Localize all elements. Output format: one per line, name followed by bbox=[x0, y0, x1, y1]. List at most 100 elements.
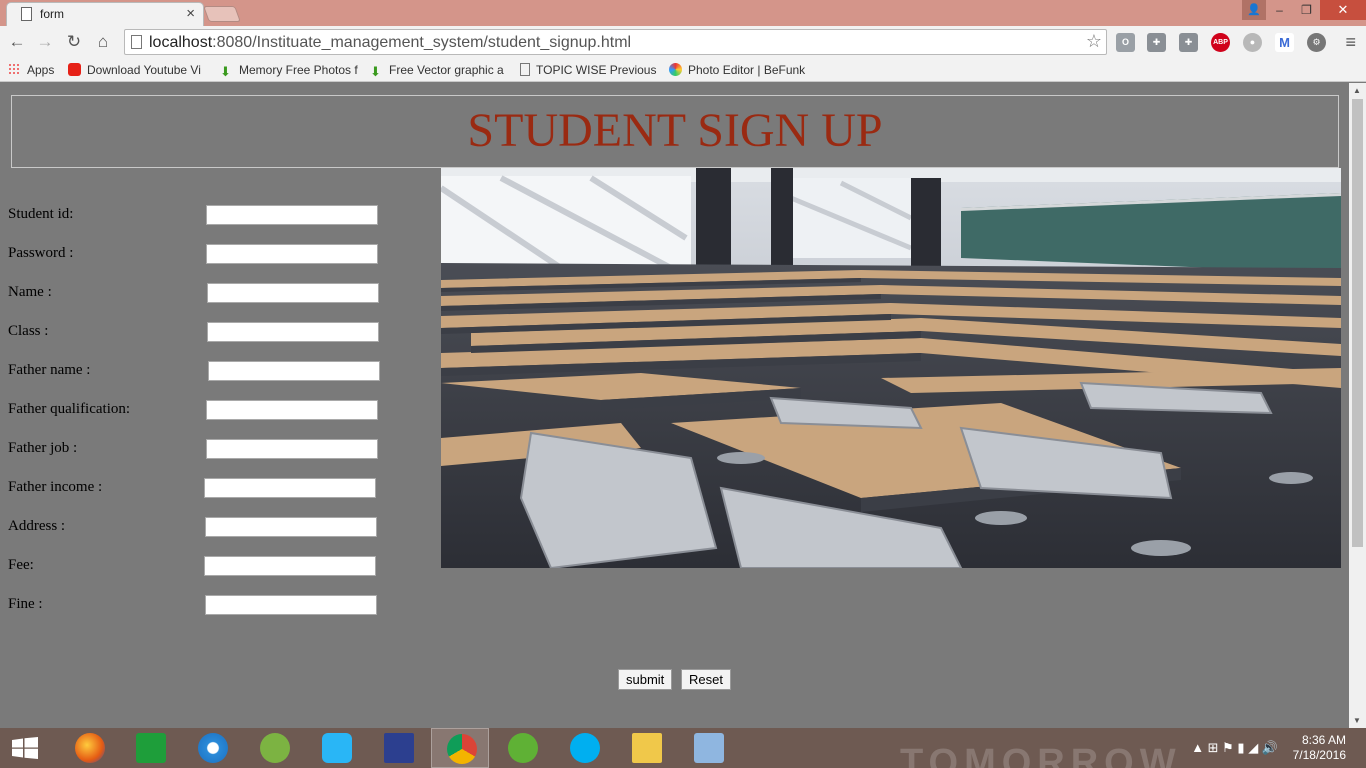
tab-close-icon[interactable]: × bbox=[186, 5, 195, 23]
clock-date: 7/18/2016 bbox=[1292, 748, 1346, 762]
puzzle-icon[interactable]: ✚ bbox=[1147, 33, 1166, 52]
bookmark-star-icon[interactable]: ☆ bbox=[1086, 31, 1102, 52]
browser-tab[interactable]: form × bbox=[6, 2, 204, 26]
father-job-label: Father job : bbox=[8, 440, 78, 456]
restore-button[interactable]: ❐ bbox=[1293, 0, 1320, 20]
page-scrollbar[interactable]: ▲ ▼ bbox=[1349, 83, 1366, 728]
abp-icon[interactable]: ABP bbox=[1211, 33, 1230, 52]
father-job-input[interactable] bbox=[206, 439, 378, 459]
virtualbox-icon bbox=[694, 733, 724, 763]
class-input[interactable] bbox=[207, 322, 379, 342]
browser-toolbar: ← → ↻ ⌂ localhost:8080/Instituate_manage… bbox=[0, 26, 1366, 58]
student-id-label: Student id: bbox=[8, 206, 74, 222]
scrollbar-thumb[interactable] bbox=[1352, 99, 1363, 547]
father-income-label: Father income : bbox=[8, 479, 103, 495]
page-icon bbox=[131, 35, 142, 49]
class-label: Class : bbox=[8, 323, 49, 339]
home-icon[interactable]: ⌂ bbox=[92, 31, 114, 53]
befunky-icon bbox=[669, 63, 682, 76]
page-title: STUDENT SIGN UP bbox=[467, 104, 883, 157]
bookmark-youtube[interactable]: Download Youtube Vi bbox=[68, 63, 201, 77]
name-input[interactable] bbox=[207, 283, 379, 303]
forward-icon[interactable]: → bbox=[34, 31, 56, 53]
father-name-input[interactable] bbox=[208, 361, 380, 381]
scroll-down-icon[interactable]: ▼ bbox=[1353, 716, 1361, 725]
url-text: localhost:8080/Instituate_management_sys… bbox=[149, 34, 632, 51]
father-qualification-label: Father qualification: bbox=[8, 401, 131, 417]
android-studio-taskbar-button[interactable] bbox=[245, 728, 303, 768]
name-label: Name : bbox=[8, 284, 52, 300]
utorrent-taskbar-button[interactable] bbox=[493, 728, 551, 768]
office-icon[interactable]: O bbox=[1116, 33, 1135, 52]
window-controls: 👤 – ❐ ✕ bbox=[1242, 0, 1366, 20]
system-tray[interactable]: ▲ ⊞ ⚑ ▮ ◢ 🔊 bbox=[1191, 740, 1278, 756]
student-id-input[interactable] bbox=[206, 205, 378, 225]
bookmark-topic-wise[interactable]: TOPIC WISE Previous bbox=[520, 63, 656, 77]
bookmark-free-vector[interactable]: ⬇ Free Vector graphic a bbox=[370, 63, 504, 78]
scroll-up-icon[interactable]: ▲ bbox=[1353, 86, 1361, 95]
fee-label: Fee: bbox=[8, 557, 34, 573]
store-taskbar-button[interactable] bbox=[121, 728, 179, 768]
new-tab-button[interactable] bbox=[203, 6, 241, 22]
reset-button[interactable]: Reset bbox=[681, 669, 731, 690]
explorer-taskbar-button[interactable] bbox=[617, 728, 675, 768]
page-content: STUDENT SIGN UP Student id: Password : N… bbox=[0, 83, 1349, 728]
classroom-image bbox=[441, 168, 1341, 568]
bookmark-memory-photos[interactable]: ⬇ Memory Free Photos f bbox=[220, 63, 358, 78]
taskbar: TOMORROW ▲ ⊞ ⚑ ▮ ◢ 🔊 8:36 AM 7/18/2016 bbox=[0, 728, 1366, 768]
devcpp-taskbar-button[interactable] bbox=[369, 728, 427, 768]
settings-icon[interactable]: ⚙ bbox=[1307, 33, 1326, 52]
fine-input[interactable] bbox=[205, 595, 377, 615]
download-arrow-icon: ⬇ bbox=[370, 64, 381, 79]
fee-input[interactable] bbox=[204, 556, 376, 576]
father-name-label: Father name : bbox=[8, 362, 91, 378]
chrome-icon bbox=[447, 734, 477, 764]
bookmark-befunky[interactable]: Photo Editor | BeFunk bbox=[669, 63, 805, 77]
header-box: STUDENT SIGN UP bbox=[11, 95, 1339, 168]
download-arrow-icon: ⬇ bbox=[220, 64, 231, 79]
address-label: Address : bbox=[8, 518, 66, 534]
father-qualification-input[interactable] bbox=[206, 400, 378, 420]
menu-icon[interactable]: ≡ bbox=[1345, 32, 1356, 53]
bookmarks-bar: Apps Download Youtube Vi ⬇ Memory Free Ph… bbox=[0, 58, 1366, 82]
folder-icon bbox=[632, 733, 662, 763]
chrome-taskbar-button[interactable] bbox=[431, 728, 489, 768]
father-income-input[interactable] bbox=[204, 478, 376, 498]
skype-taskbar-button[interactable] bbox=[555, 728, 613, 768]
browser-titlebar: form × 👤 – ❐ ✕ bbox=[0, 0, 1366, 26]
fine-label: Fine : bbox=[8, 596, 43, 612]
utorrent-icon bbox=[508, 733, 538, 763]
address-bar[interactable]: localhost:8080/Instituate_management_sys… bbox=[124, 29, 1107, 55]
password-input[interactable] bbox=[206, 244, 378, 264]
apps-grid-icon bbox=[8, 63, 21, 76]
store-icon bbox=[136, 733, 166, 763]
tab-title: form bbox=[40, 7, 64, 21]
circle-extension-icon[interactable]: ● bbox=[1243, 33, 1262, 52]
puzzle-icon[interactable]: ✚ bbox=[1179, 33, 1198, 52]
windows-start-icon[interactable] bbox=[12, 737, 38, 759]
reload-icon[interactable]: ↻ bbox=[63, 31, 85, 53]
wallpaper-graphic: TOMORROW bbox=[900, 742, 1182, 768]
submit-button[interactable]: submit bbox=[618, 669, 673, 690]
password-label: Password : bbox=[8, 245, 74, 261]
skype-icon bbox=[570, 733, 600, 763]
sync-taskbar-button[interactable] bbox=[307, 728, 365, 768]
address-input[interactable] bbox=[205, 517, 377, 537]
bookmark-apps[interactable]: Apps bbox=[8, 63, 54, 77]
back-icon[interactable]: ← bbox=[6, 31, 28, 53]
page-favicon-icon bbox=[21, 7, 32, 21]
devcpp-icon bbox=[384, 733, 414, 763]
system-clock[interactable]: 8:36 AM 7/18/2016 bbox=[1293, 733, 1346, 763]
ie-taskbar-button[interactable] bbox=[183, 728, 241, 768]
clock-time: 8:36 AM bbox=[1301, 733, 1346, 747]
firefox-icon bbox=[75, 733, 105, 763]
close-window-button[interactable]: ✕ bbox=[1320, 0, 1366, 20]
minimize-button[interactable]: – bbox=[1266, 0, 1293, 20]
sync-icon bbox=[322, 733, 352, 763]
profile-icon[interactable]: 👤 bbox=[1242, 0, 1266, 20]
page-icon bbox=[520, 63, 530, 76]
gmail-icon[interactable]: M bbox=[1275, 33, 1294, 52]
firefox-taskbar-button[interactable] bbox=[60, 728, 118, 768]
ie-icon bbox=[198, 733, 228, 763]
virtualbox-taskbar-button[interactable] bbox=[679, 728, 737, 768]
